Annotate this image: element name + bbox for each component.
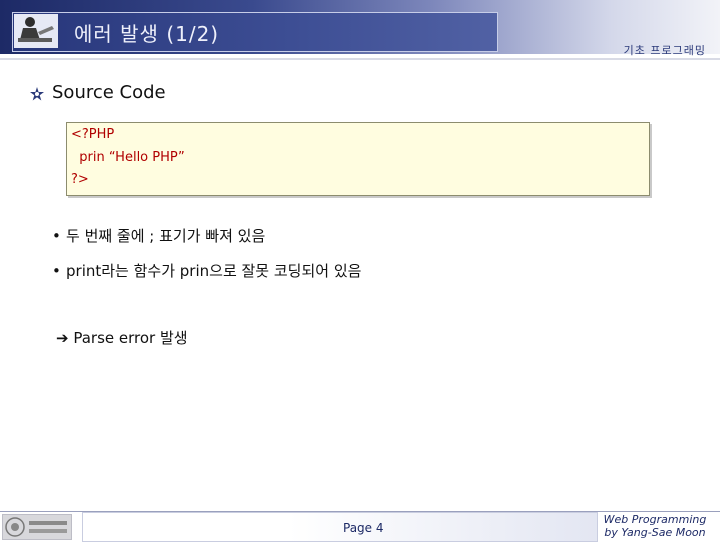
course-label: 기초 프로그래밍 <box>623 44 706 57</box>
code-box: <?PHP prin “Hello PHP” ?> <box>66 122 650 196</box>
university-logo-icon <box>2 514 72 540</box>
footer-credit: Web Programming by Yang-Sae Moon <box>600 513 710 539</box>
bullet-dot-icon: • <box>52 227 61 245</box>
conclusion-text: Parse error 발생 <box>73 329 188 347</box>
bullet-item-1: • 두 번째 줄에 ; 표기가 빠져 있음 <box>52 225 265 246</box>
bullet-dot-icon: • <box>52 262 61 280</box>
footer-credit-line-2: by Yang-Sae Moon <box>604 526 706 539</box>
page-number: Page 4 <box>343 521 384 535</box>
code-line-1: <?PHP <box>71 127 115 142</box>
conclusion: ➔ Parse error 발생 <box>56 327 188 348</box>
page-title: 에러 발생 (1/2) <box>74 22 220 46</box>
code-line-3: ?> <box>71 172 89 187</box>
right-arrow-icon: ➔ <box>56 329 69 347</box>
star-bullet-icon <box>30 86 44 101</box>
bullet-item-2: • print라는 함수가 prin으로 잘못 코딩되어 있음 <box>52 260 361 281</box>
teacher-at-desk-icon <box>14 14 58 48</box>
bullet-text-1: 두 번째 줄에 ; 표기가 빠져 있음 <box>66 227 266 245</box>
code-line-2: prin “Hello PHP” <box>71 150 185 165</box>
footer-page-box <box>82 512 598 542</box>
section-heading: Source Code <box>52 82 166 103</box>
bullet-text-2: print라는 함수가 prin으로 잘못 코딩되어 있음 <box>66 262 362 280</box>
header-divider <box>0 58 720 60</box>
footer-credit-line-1: Web Programming <box>603 513 707 526</box>
